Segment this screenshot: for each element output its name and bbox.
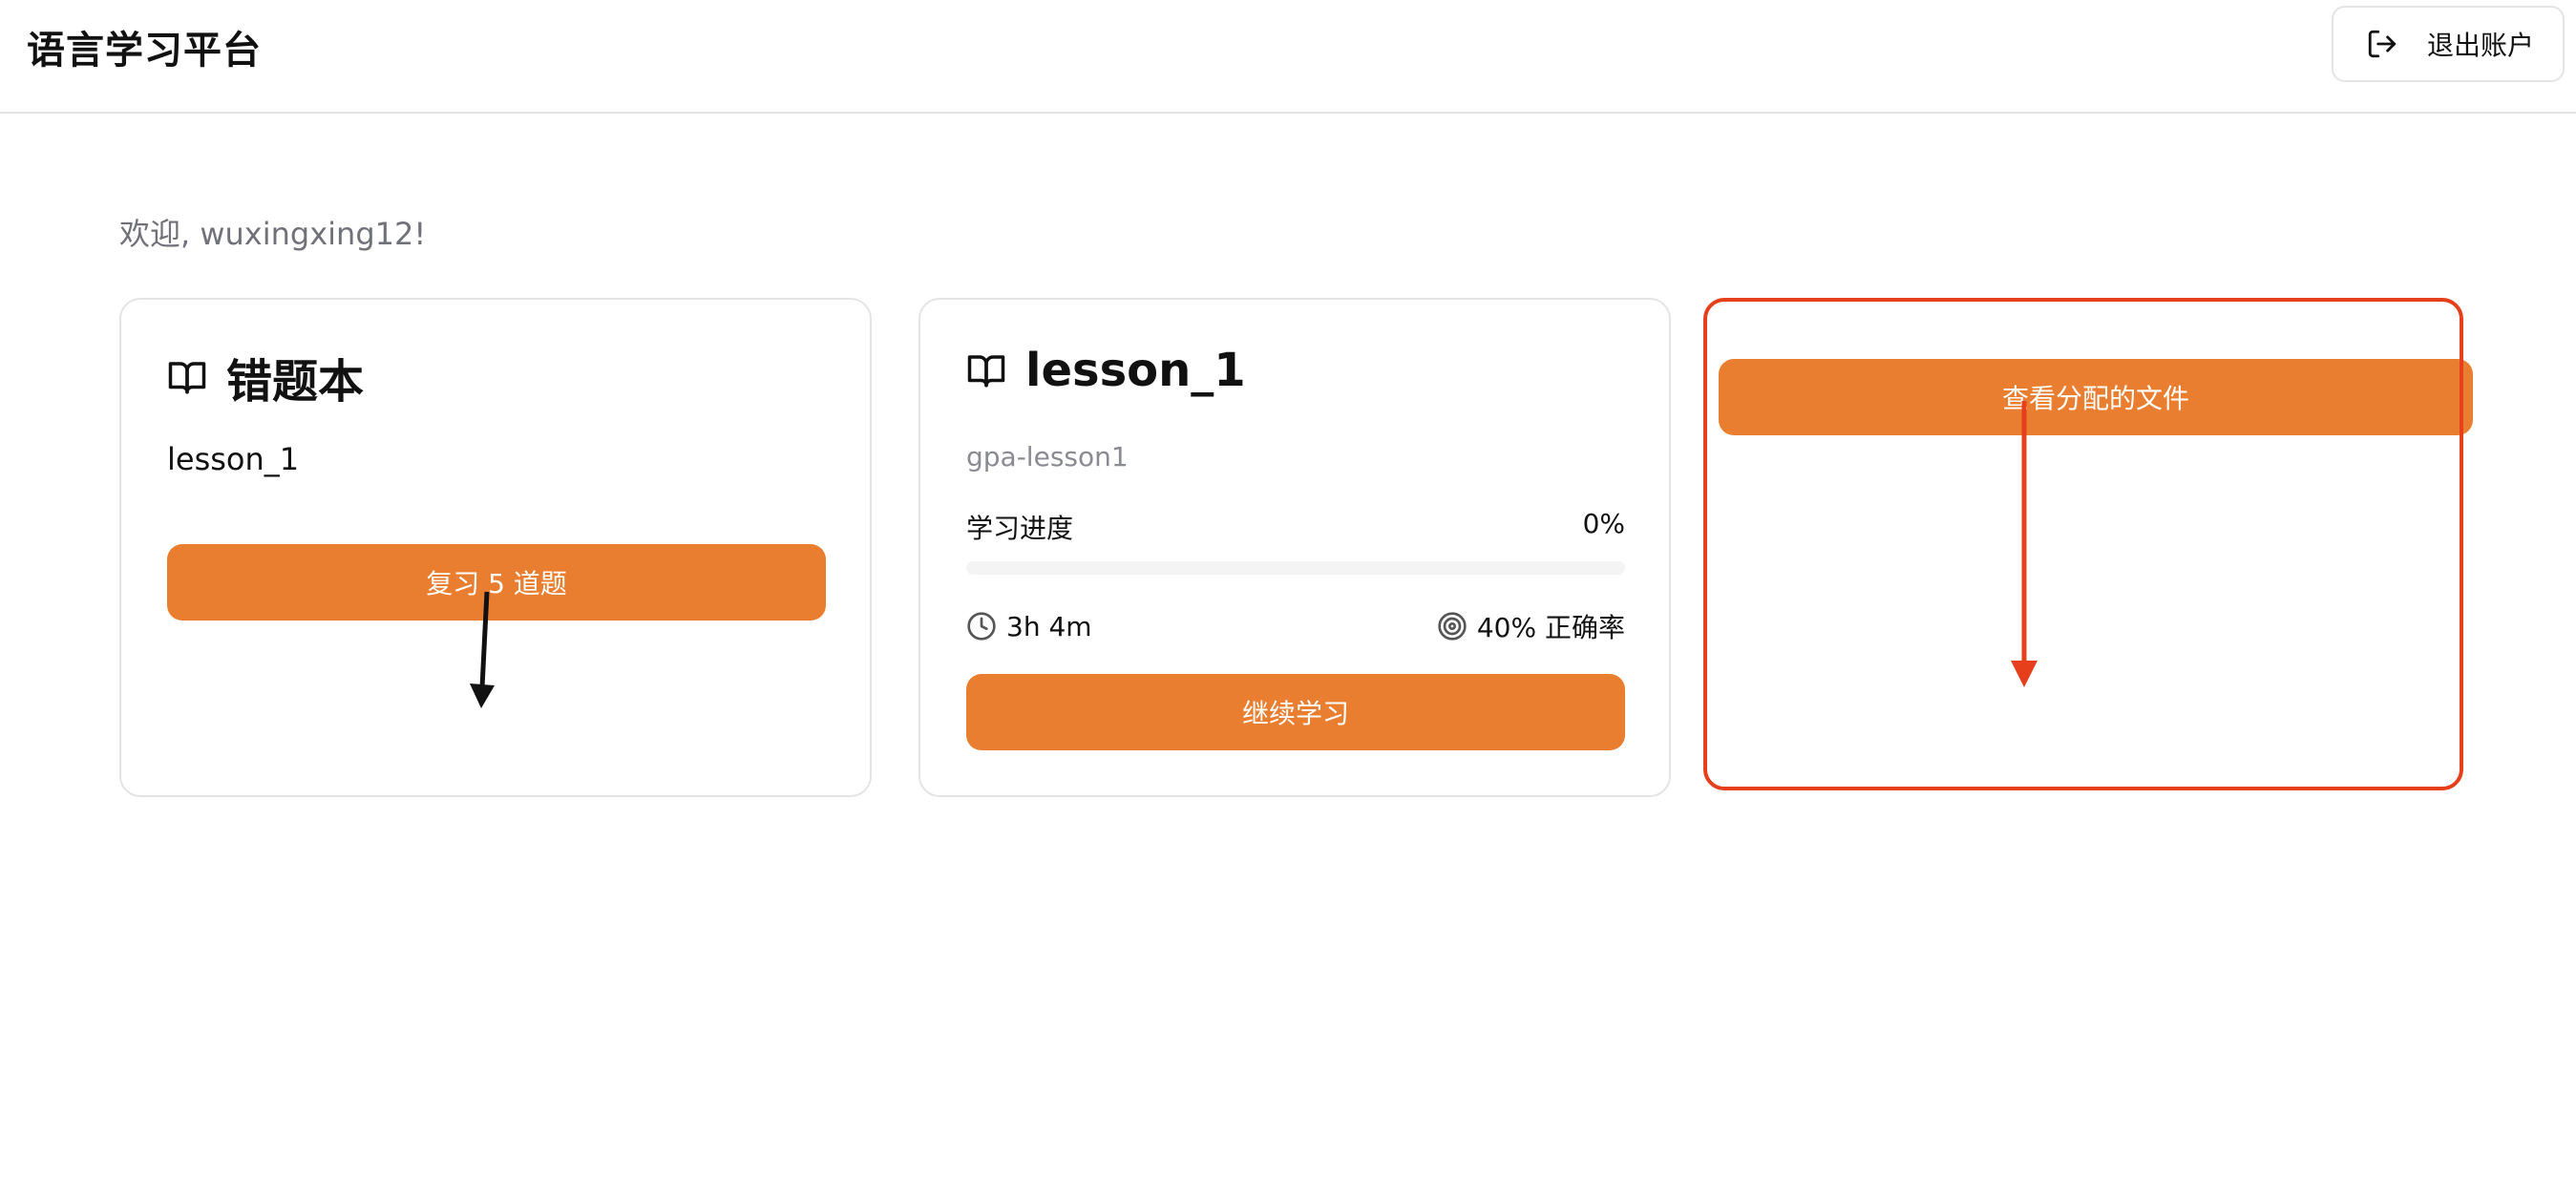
progress-label: 学习进度 — [966, 513, 1074, 544]
view-assigned-files-button[interactable]: 查看分配的文件 — [1719, 359, 2473, 435]
time-spent: 3h 4m — [966, 611, 1092, 642]
accuracy-value: 40% 正确率 — [1476, 612, 1625, 643]
wrong-book-lesson: lesson_1 — [167, 441, 300, 477]
continue-learning-button[interactable]: 继续学习 — [966, 674, 1625, 750]
accuracy: 40% 正确率 — [1437, 607, 1625, 645]
book-open-icon — [167, 357, 207, 397]
target-icon — [1437, 611, 1467, 642]
arrow-annotation-red — [2011, 401, 2038, 687]
lesson-subtitle: gpa-lesson1 — [966, 441, 1129, 473]
lesson-title: lesson_1 — [966, 344, 1246, 397]
logout-icon — [2366, 28, 2398, 60]
wrong-book-card: 错题本 lesson_1 复习 5 道题 — [119, 298, 872, 797]
progress-row: 学习进度 0% — [966, 508, 1625, 546]
wrong-book-title-text: 错题本 — [226, 355, 365, 409]
logout-button[interactable]: 退出账户 — [2332, 6, 2565, 82]
progress-bar — [966, 561, 1625, 575]
app-title: 语言学习平台 — [27, 29, 262, 73]
top-header: 语言学习平台 退出账户 — [0, 0, 2576, 114]
book-open-icon — [966, 350, 1006, 390]
lesson-card: lesson_1 gpa-lesson1 学习进度 0% 3h 4m 40% 正… — [918, 298, 1671, 797]
stats-row: 3h 4m 40% 正确率 — [966, 607, 1625, 645]
time-spent-value: 3h 4m — [1006, 610, 1092, 642]
lesson-title-text: lesson_1 — [1025, 344, 1246, 397]
review-button[interactable]: 复习 5 道题 — [167, 544, 826, 621]
wrong-book-title: 错题本 — [167, 344, 364, 410]
progress-value: 0% — [1582, 508, 1625, 539]
clock-icon — [966, 611, 997, 642]
logout-label: 退出账户 — [2427, 30, 2535, 61]
welcome-message: 欢迎, wuxingxing12! — [119, 216, 427, 252]
